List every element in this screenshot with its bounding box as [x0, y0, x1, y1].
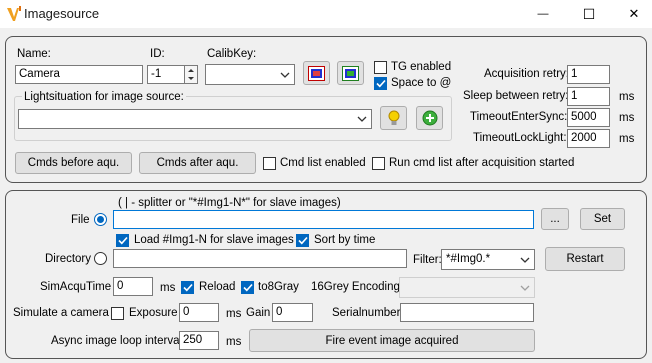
minimize-button[interactable]: — [520, 0, 566, 28]
set-button[interactable]: Set [580, 208, 625, 230]
cmd-list-enabled-label: Cmd list enabled [280, 157, 366, 169]
chevron-down-icon [280, 72, 290, 78]
exposure-label: Exposure [129, 307, 178, 319]
directory-label: Directory [45, 253, 92, 265]
simacqu-unit: ms [160, 282, 176, 294]
sort-time-checkbox[interactable] [296, 234, 309, 247]
timeout-light-unit: ms [619, 133, 635, 145]
maximize-button[interactable]: ☐ [566, 0, 612, 28]
serialnumber-label: Serialnumber [332, 307, 401, 319]
simacqu-label: SimAcquTime [40, 281, 112, 293]
simacqu-input[interactable]: 0 [113, 277, 153, 296]
acquisition-retry-label: Acquisition retry: [484, 68, 570, 80]
app-logo-icon [7, 6, 21, 21]
splitter-hint: ( | - splitter or "*#Img1-N*" for slave … [118, 197, 341, 209]
simulate-camera-label: Simulate a camera [13, 307, 109, 319]
filter-dropdown[interactable]: *#Img0.* [441, 249, 535, 270]
cmds-before-button[interactable]: Cmds before aqu. [15, 152, 132, 174]
sleep-retry-label: Sleep between retry: [463, 90, 569, 102]
filter-label: Filter: [413, 254, 442, 266]
chevron-down-icon [520, 257, 530, 263]
calibkey-label: CalibKey: [207, 48, 257, 60]
calibkey-dropdown[interactable] [205, 64, 295, 85]
load-img-checkbox[interactable] [116, 234, 129, 247]
sort-time-label: Sort by time [314, 234, 376, 246]
id-spinner[interactable] [184, 65, 198, 84]
acquisition-retry-input[interactable]: 1 [567, 65, 610, 84]
gain-input[interactable]: 0 [272, 303, 313, 322]
fire-event-button[interactable]: Fire event image acquired [249, 329, 535, 352]
reload-label: Reload [199, 281, 236, 293]
maximize-icon: ☐ [582, 5, 596, 22]
exposure-unit: ms [226, 308, 242, 320]
to8gray-label: to8Gray [258, 281, 299, 293]
run-cmd-list-label: Run cmd list after acquisition started [389, 157, 575, 169]
async-interval-unit: ms [226, 336, 242, 348]
grey16-dropdown[interactable] [399, 277, 535, 298]
checkmark-icon [117, 236, 128, 245]
timeout-light-label: TimeoutLockLight: [473, 132, 567, 144]
checkmark-icon [375, 79, 386, 88]
grey16-label: 16Grey Encoding [311, 281, 400, 293]
to8gray-checkbox[interactable] [241, 281, 254, 294]
file-radio[interactable] [94, 213, 107, 226]
add-circle-icon [422, 110, 437, 126]
close-button[interactable]: ✕ [611, 0, 652, 28]
timeout-sync-input[interactable]: 5000 [567, 108, 610, 127]
checkmark-icon [242, 283, 253, 292]
id-label: ID: [150, 48, 165, 60]
calibration-grid-icon [308, 65, 325, 81]
directory-input[interactable] [113, 249, 407, 268]
sleep-retry-unit: ms [619, 91, 635, 103]
lightsituation-label: Lightsituation for image source: [22, 90, 186, 104]
serialnumber-input[interactable] [400, 303, 534, 322]
timeout-light-input[interactable]: 2000 [567, 129, 610, 148]
add-light-button[interactable] [416, 106, 443, 130]
exposure-input[interactable]: 0 [179, 303, 219, 322]
lightsituation-dropdown[interactable] [18, 109, 372, 129]
chevron-down-icon [357, 116, 367, 122]
name-input[interactable]: Camera [15, 65, 143, 84]
spinner-arrows-icon [188, 69, 194, 80]
async-interval-label: Async image loop interval [51, 335, 183, 347]
lightbulb-icon [388, 110, 399, 125]
name-label: Name: [17, 48, 51, 60]
space-to-label: Space to @ [391, 77, 452, 89]
id-input[interactable]: -1 [147, 65, 185, 84]
restart-button[interactable]: Restart [545, 247, 625, 271]
cmds-after-button[interactable]: Cmds after aqu. [139, 152, 256, 174]
gain-label: Gain [246, 307, 271, 319]
minimize-icon: — [537, 8, 549, 20]
chevron-down-icon [520, 285, 530, 291]
light-button[interactable] [380, 106, 407, 130]
calibration-add-icon [342, 65, 359, 81]
calib-edit-button[interactable] [303, 61, 330, 85]
load-img-label: Load #Img1-N for slave images [134, 234, 294, 246]
tg-enabled-checkbox[interactable] [374, 61, 387, 74]
tg-enabled-label: TG enabled [391, 61, 452, 73]
browse-button[interactable]: ... [541, 208, 569, 230]
exposure-checkbox[interactable] [111, 307, 124, 320]
calib-add-button[interactable] [337, 61, 364, 85]
cmd-list-enabled-checkbox[interactable] [263, 157, 276, 170]
window-title: Imagesource [24, 6, 100, 21]
timeout-sync-unit: ms [619, 112, 635, 124]
directory-radio[interactable] [94, 252, 107, 265]
timeout-sync-label: TimeoutEnterSync: [470, 111, 568, 123]
reload-checkbox[interactable] [181, 281, 194, 294]
space-to-checkbox[interactable] [374, 77, 387, 90]
async-interval-input[interactable]: 250 [179, 331, 219, 350]
checkmark-icon [297, 236, 308, 245]
run-cmd-list-checkbox[interactable] [372, 157, 385, 170]
checkmark-icon [182, 283, 193, 292]
sleep-retry-input[interactable]: 1 [567, 87, 610, 106]
close-icon: ✕ [628, 6, 640, 21]
file-label: File [71, 214, 90, 226]
file-path-input[interactable] [113, 210, 534, 229]
